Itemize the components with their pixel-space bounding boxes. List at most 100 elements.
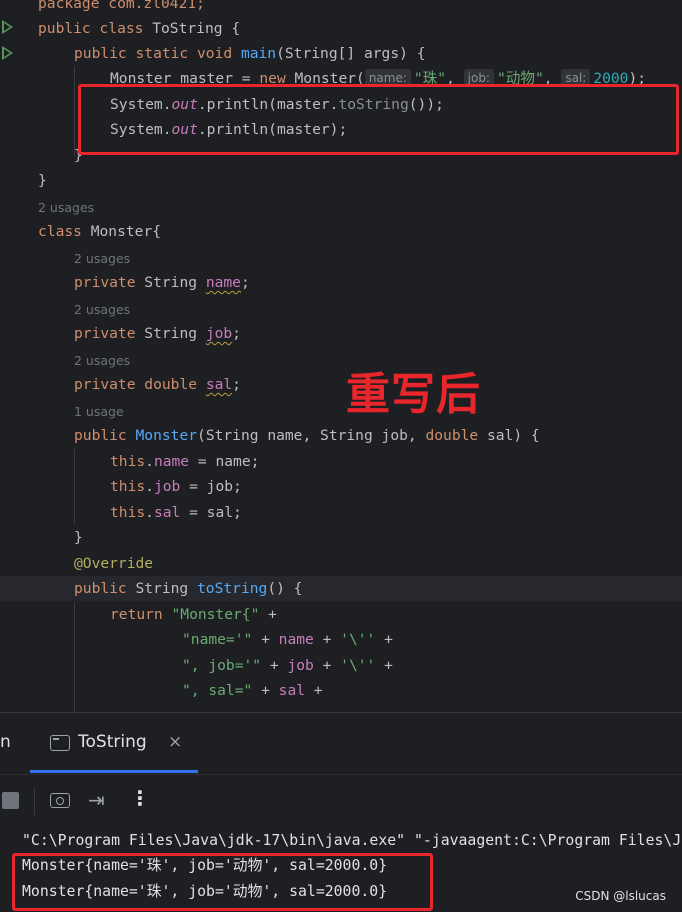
camera-icon[interactable] (50, 793, 70, 808)
class-name: ToString (152, 20, 223, 37)
field-name: sal (153, 504, 181, 521)
code-line: this.job = job; (110, 474, 242, 499)
code-line: } (38, 168, 47, 193)
run-icon[interactable] (2, 20, 13, 34)
keyword: private (74, 325, 136, 342)
code-line: this.sal = sal; (110, 500, 242, 525)
keyword: private double (74, 376, 198, 393)
code-text: ; (240, 274, 250, 291)
stop-icon[interactable] (2, 792, 19, 809)
annotation-output-box (12, 853, 433, 911)
code-line: } (74, 525, 83, 550)
keyword: return (110, 606, 163, 623)
code-text: = job; (180, 478, 242, 495)
annotation-label: 重写后 (346, 369, 481, 420)
code-text: + (375, 631, 393, 648)
code-line: ", sal=" + sal + (182, 678, 323, 703)
params: (String[] args) { (276, 45, 426, 62)
usages-hint[interactable]: 1 usage (74, 403, 124, 421)
code-line: public class ToString { (38, 16, 240, 41)
close-icon[interactable]: × (168, 732, 182, 752)
class-name: Monster{ (81, 223, 162, 240)
console-command-line: "C:\Program Files\Java\jdk-17\bin\java.e… (22, 832, 682, 849)
code-text: = sal; (180, 504, 242, 521)
code-text: () { (267, 580, 303, 597)
tool-window-tabs: n ToString × (0, 713, 682, 773)
code-text: + (261, 657, 288, 674)
char-literal: '\'' (340, 657, 376, 674)
package-statement: package com.zl0421; (38, 0, 205, 12)
more-icon[interactable]: ⋮ (130, 786, 150, 810)
field-name: sal (278, 682, 306, 699)
string-literal: ", job='" (182, 657, 262, 674)
brace: { (222, 20, 241, 37)
keyword: public static void (74, 45, 233, 62)
code-line: private String name; (74, 270, 250, 295)
type: String (135, 325, 206, 342)
code-text: + (313, 631, 341, 648)
code-line: "name='" + name + '\'' + (182, 627, 393, 652)
field-name: name (205, 274, 241, 291)
code-text: ; (232, 325, 241, 342)
code-line: package com.zl0421; (38, 0, 205, 16)
params: sal) { (478, 427, 540, 444)
code-text: + (305, 682, 323, 699)
usages-hint[interactable]: 2 usages (74, 250, 130, 268)
keyword: public (74, 580, 127, 597)
field-name: name (153, 453, 190, 470)
method-name: main (240, 45, 277, 62)
field-name: name (278, 631, 314, 648)
usages-hint[interactable]: 2 usages (38, 199, 94, 217)
code-line: class Monster{ (38, 219, 161, 244)
field-name: job (153, 478, 181, 495)
code-text: + (252, 631, 279, 648)
code-line: private String job; (74, 321, 241, 346)
char-literal: '\'' (340, 631, 376, 648)
constructor-name: Monster (135, 427, 198, 444)
code-text: + (259, 606, 277, 623)
code-text: . (145, 478, 154, 495)
run-tool-window: n ToString × ⇥ ⋮ "C:\Program Files\Java\… (0, 712, 682, 912)
brace: } (38, 172, 47, 189)
code-line: @Override (74, 551, 153, 576)
code-text: . (145, 504, 154, 521)
keyword: public class (38, 20, 144, 37)
keyword: private (74, 274, 136, 291)
indent-guide (74, 449, 75, 524)
run-icon[interactable] (2, 46, 13, 60)
indent-guide (74, 602, 75, 712)
string-literal: ", sal=" (182, 682, 253, 699)
code-line: public static void main(String[] args) { (74, 41, 425, 66)
usages-hint[interactable]: 2 usages (74, 352, 130, 370)
code-text: . (145, 453, 154, 470)
exit-icon[interactable]: ⇥ (88, 788, 105, 812)
code-line: public Monster(String name, String job, … (74, 423, 540, 448)
string-literal: "name='" (182, 631, 253, 648)
usages-hint[interactable]: 2 usages (74, 301, 130, 319)
params: (String name, String job, (197, 427, 426, 444)
keyword: this (110, 504, 146, 521)
annotation-highlight-box (78, 84, 679, 155)
tab-prev-fragment[interactable]: n (0, 732, 11, 752)
run-toolbar: ⇥ ⋮ (0, 774, 682, 826)
code-text: ; (232, 376, 241, 393)
console-tab-icon (50, 735, 70, 751)
keyword: double (425, 427, 479, 444)
code-line: return "Monster{" + (110, 602, 277, 627)
code-text: + (375, 657, 393, 674)
code-line: this.name = name; (110, 449, 259, 474)
string-literal: "Monster{" (162, 606, 260, 623)
tab-label: ToString (78, 732, 147, 752)
tab-tostring[interactable]: ToString × (30, 713, 198, 773)
code-line-current: public String toString() { (0, 576, 682, 601)
field-name: job (287, 657, 314, 674)
code-editor[interactable]: ↑ package com.zl0421; public class ToStr… (0, 0, 682, 712)
active-tab-indicator (30, 770, 198, 773)
keyword: public (74, 427, 127, 444)
field-name: sal (205, 376, 233, 393)
code-line: private double sal; (74, 372, 241, 397)
toolbar-divider (34, 787, 35, 815)
keyword: this (110, 478, 146, 495)
keyword: this (110, 453, 146, 470)
code-line: ", job='" + job + '\'' + (182, 653, 393, 678)
